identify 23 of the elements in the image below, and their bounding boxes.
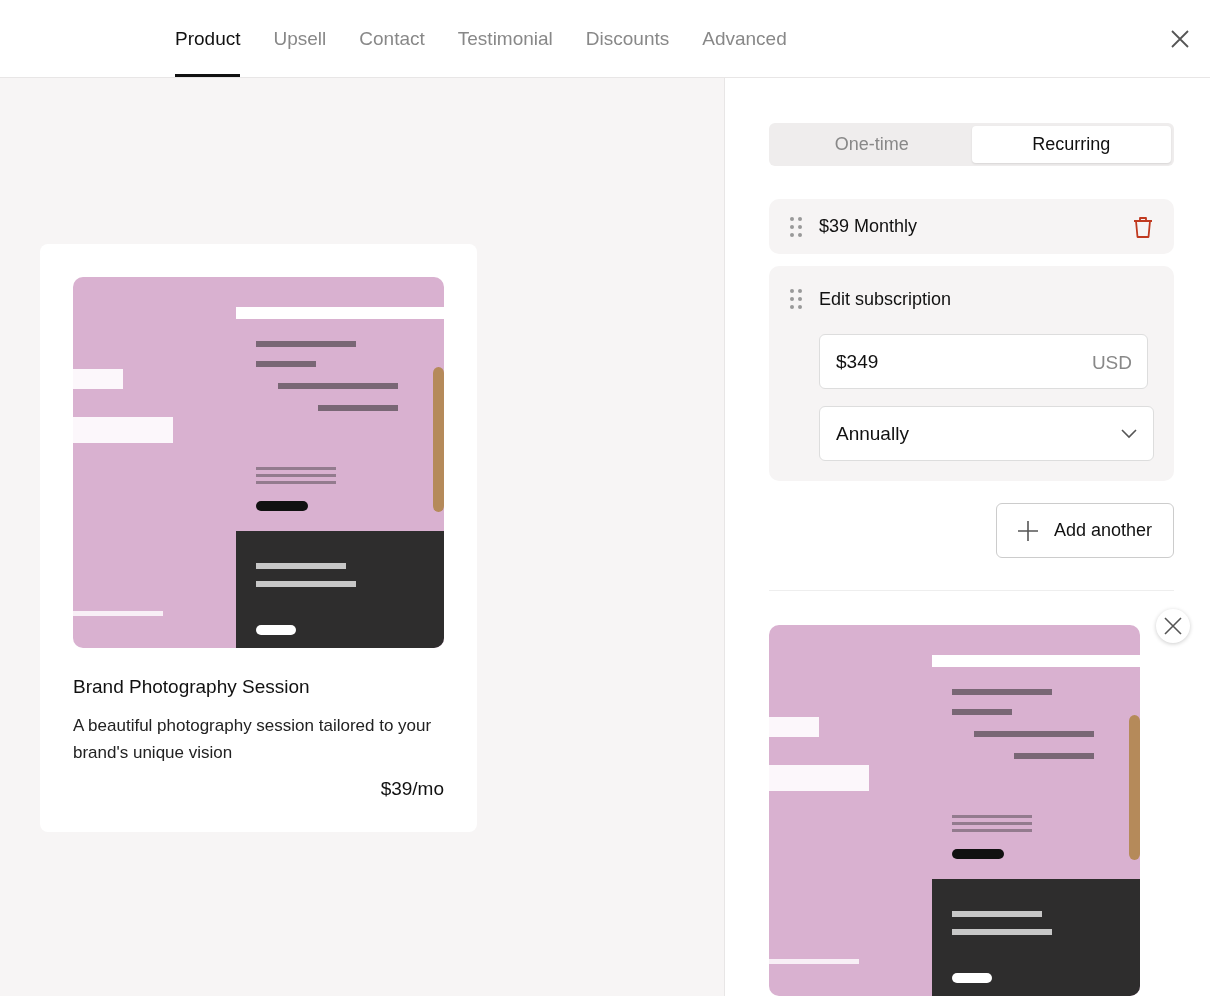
product-title: Brand Photography Session (73, 676, 311, 698)
tab[interactable]: Contact (359, 3, 425, 77)
tab[interactable]: Testimonial (457, 3, 553, 77)
product-description: A beautiful photography session tailored to your brand's unique vision (73, 715, 433, 764)
close-icon[interactable] (1170, 28, 1190, 49)
pricing-option[interactable]: Recurring (971, 126, 1171, 164)
tab[interactable]: Upsell (273, 3, 327, 77)
chevron-down-icon (1121, 428, 1137, 439)
trash-icon[interactable] (1132, 214, 1154, 239)
drag-handle-icon[interactable] (789, 288, 803, 310)
price-label: $39 Monthly (819, 216, 919, 238)
product-price: $39/mo (379, 778, 444, 800)
tab[interactable]: Discounts (585, 3, 670, 77)
remove-image-button[interactable] (1156, 609, 1190, 643)
close-icon (1164, 617, 1182, 635)
currency-label: USD (1091, 352, 1132, 374)
add-another-button[interactable]: Add another (995, 503, 1174, 558)
edit-subscription-title: Edit subscription (819, 288, 952, 310)
frequency-dropdown[interactable]: Annually (819, 406, 1154, 461)
plus-icon (1017, 520, 1038, 541)
drag-handle-icon[interactable] (789, 215, 803, 238)
pricing-option[interactable]: One-time (772, 126, 972, 164)
tab[interactable]: Advanced (702, 3, 787, 77)
